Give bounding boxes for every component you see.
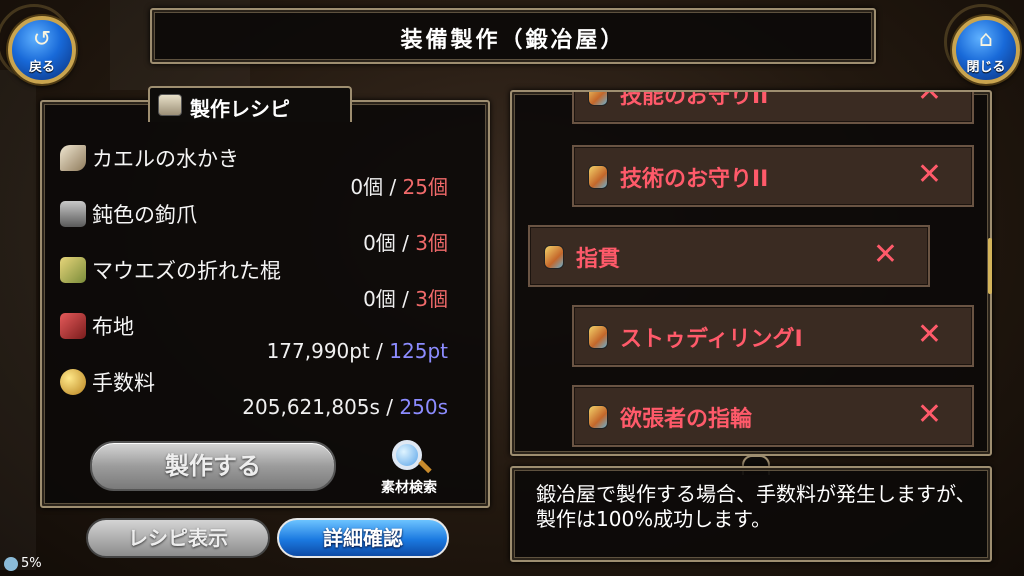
material-search-label: 素材検索 (381, 480, 437, 496)
cross-mark-icon: ✕ (916, 397, 942, 432)
cross-mark-icon: ✕ (916, 317, 942, 352)
material-sep: / (386, 395, 394, 419)
battery-percent: 5% (21, 556, 42, 571)
background-shelf (0, 70, 36, 570)
material-count: 205,621,805s / 250s (242, 395, 448, 419)
material-name: カエルの水かき (92, 147, 239, 171)
close-button[interactable]: ⌂ 閉じる (952, 16, 1020, 84)
details-button[interactable]: 詳細確認 (277, 518, 449, 558)
material-name: 鈍色の鉤爪 (92, 203, 197, 227)
material-owned: 177,990pt (266, 339, 370, 363)
info-message: 鍛冶屋で製作する場合、手数料が発生しますが、製作は100%成功します。 (536, 482, 976, 531)
cross-mark-icon: ✕ (872, 237, 898, 272)
material-row: カエルの水かき 0個 / 25個 (60, 143, 460, 199)
back-button[interactable]: ↺ 戻る (8, 16, 76, 84)
coins-icon (60, 369, 86, 395)
material-required: 25個 (402, 175, 448, 199)
message-panel: 鍛冶屋で製作する場合、手数料が発生しますが、製作は100%成功します。 (510, 466, 992, 562)
material-sep: / (402, 287, 409, 311)
home-icon: ⌂ (979, 27, 993, 52)
item-name: 技能のお守りII (620, 90, 769, 109)
close-label: 閉じる (966, 60, 1006, 75)
battery-indicator: 5% (4, 556, 42, 571)
battery-icon (4, 556, 18, 571)
cross-mark-icon: ✕ (916, 90, 942, 109)
material-row: 手数料 205,621,805s / 250s (60, 367, 460, 423)
magnifier-handle (418, 459, 432, 474)
material-count: 0個 / 3個 (363, 283, 448, 312)
material-name: 布地 (92, 315, 134, 339)
item-name: ストゥディリングI (620, 327, 803, 352)
material-required: 3個 (415, 231, 448, 255)
claw-icon (60, 145, 86, 171)
material-sep: / (376, 339, 383, 363)
material-count: 0個 / 25個 (350, 171, 448, 200)
material-owned: 0個 (363, 231, 396, 255)
metal-ingot-icon (60, 201, 86, 227)
cloth-icon (60, 313, 86, 339)
item-name: 技術のお守りII (620, 167, 769, 192)
magnifier-icon (392, 440, 422, 470)
material-required: 250s (399, 395, 448, 419)
material-owned: 0個 (363, 287, 396, 311)
material-row: 鈍色の鉤爪 0個 / 3個 (60, 199, 460, 255)
craft-button[interactable]: 製作する (90, 441, 336, 491)
item-list-panel[interactable]: 技能のお守りII ✕ 技術のお守りII ✕ 指貫 ✕ ストゥディリングI ✕ 欲… (510, 90, 992, 456)
recipe-tab-label: 製作レシピ (190, 97, 290, 121)
recipe-scroll-icon (158, 94, 182, 116)
material-row: マウエズの折れた棍 0個 / 3個 (60, 255, 460, 311)
amulet-icon (588, 92, 608, 106)
title-bar: 装備製作（鍛冶屋） (150, 8, 876, 64)
material-count: 177,990pt / 125pt (267, 339, 448, 363)
list-scrollbar[interactable] (988, 238, 992, 294)
page-title: 装備製作（鍛冶屋） (400, 28, 626, 53)
ring-icon (588, 405, 608, 429)
item-name: 欲張者の指輪 (620, 407, 753, 432)
list-item[interactable]: 指貫 ✕ (528, 225, 930, 287)
material-count: 0個 / 3個 (363, 227, 448, 256)
back-arrow-icon: ↺ (32, 27, 52, 52)
material-required: 125pt (389, 339, 448, 363)
material-required: 3個 (415, 287, 448, 311)
material-row: 布地 177,990pt / 125pt (60, 311, 460, 367)
broken-club-icon (60, 257, 86, 283)
material-owned: 0個 (350, 175, 384, 199)
back-label: 戻る (28, 60, 55, 75)
ring-icon (544, 245, 564, 269)
amulet-icon (588, 165, 608, 189)
list-item[interactable]: 技能のお守りII ✕ (572, 90, 974, 124)
material-name: 手数料 (92, 371, 155, 395)
recipe-display-button[interactable]: レシピ表示 (86, 518, 270, 558)
recipe-tab: 製作レシピ (148, 86, 352, 122)
material-sep: / (389, 175, 397, 199)
material-sep: / (402, 231, 409, 255)
item-name: 指貫 (576, 247, 621, 272)
material-search-button[interactable]: 素材検索 (370, 440, 448, 498)
material-name: マウエズの折れた棍 (92, 259, 281, 283)
cross-mark-icon: ✕ (916, 157, 942, 192)
list-item[interactable]: 技術のお守りII ✕ (572, 145, 974, 207)
list-item[interactable]: 欲張者の指輪 ✕ (572, 385, 974, 447)
list-item[interactable]: ストゥディリングI ✕ (572, 305, 974, 367)
ring-icon (588, 325, 608, 349)
material-owned: 205,621,805s (242, 395, 380, 419)
